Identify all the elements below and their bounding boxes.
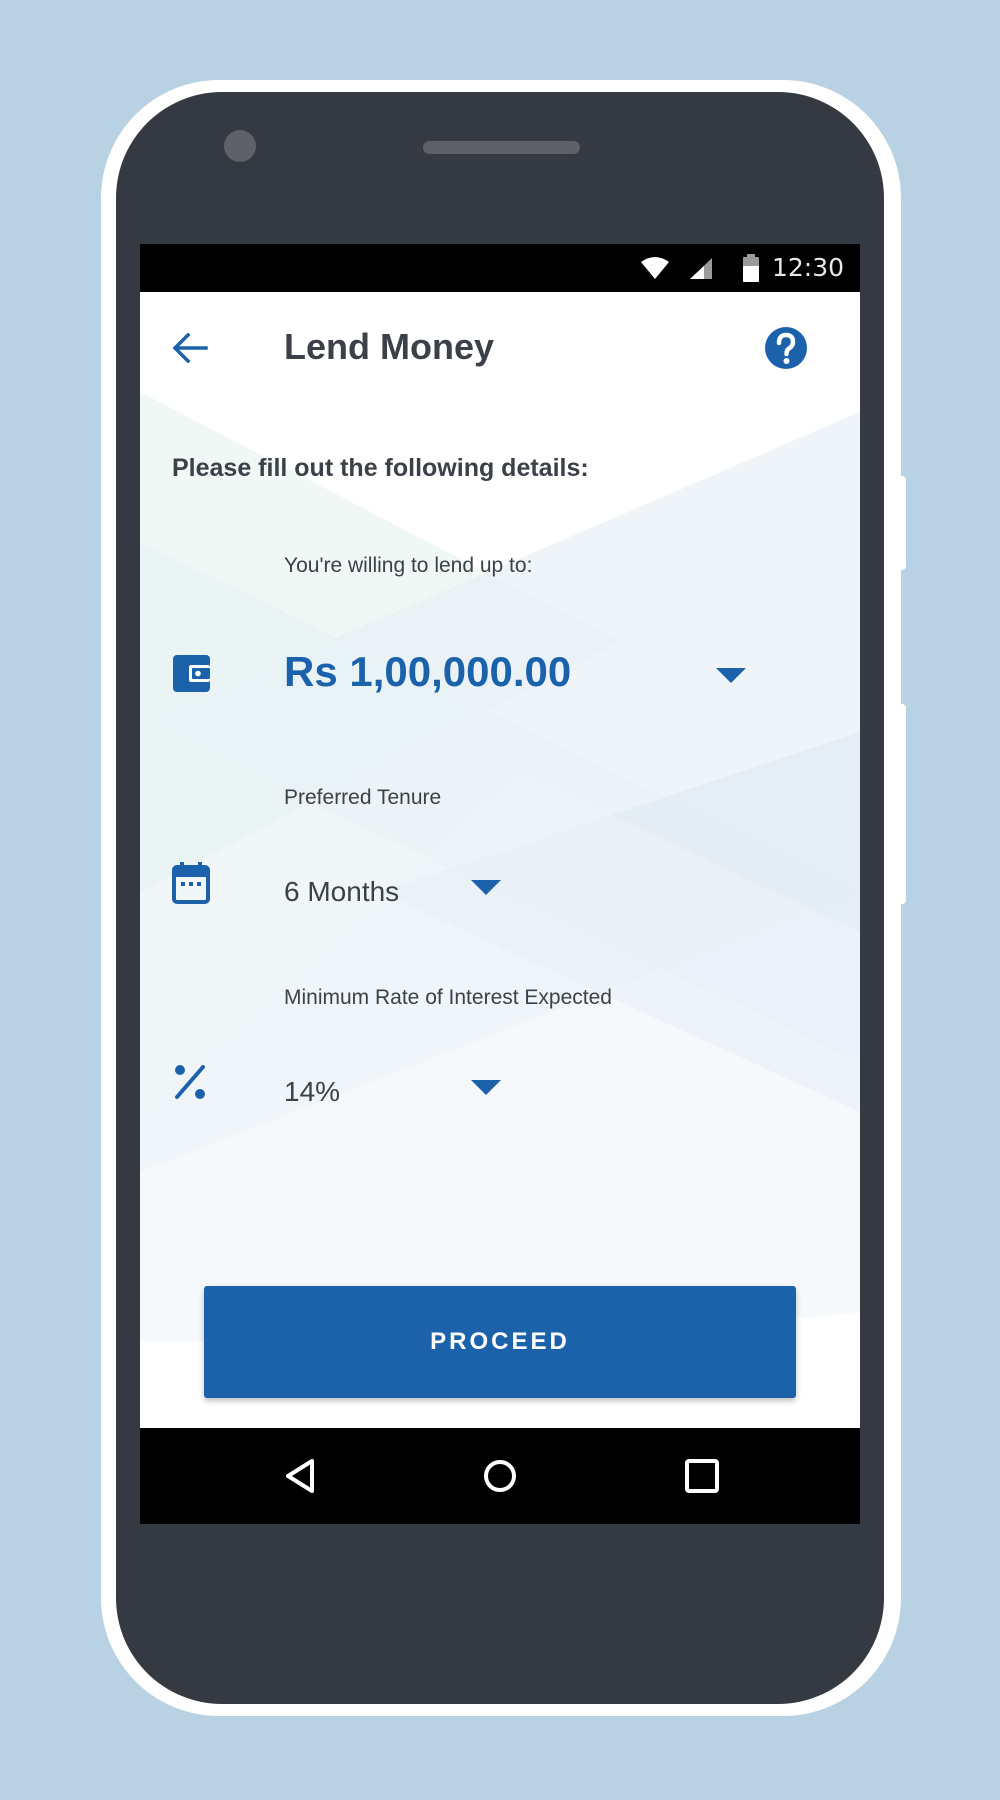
tenure-label: Preferred Tenure [284,786,442,809]
lend-amount-value[interactable]: Rs 1,00,000.00 [284,648,571,696]
app-bar: Lend Money [140,292,860,404]
proceed-button[interactable]: PROCEED [204,1286,796,1398]
proceed-button-label: PROCEED [430,1328,570,1355]
tenure-value[interactable]: 6 Months [284,876,399,908]
nav-back-icon[interactable] [276,1452,324,1500]
interest-rate-value[interactable]: 14% [284,1076,340,1108]
speaker-grille [423,141,580,154]
phone-volume-button [896,704,906,904]
status-bar: 12:30 [140,244,860,292]
chevron-down-icon[interactable] [471,880,501,896]
wallet-icon [173,655,210,692]
nav-home-icon[interactable] [476,1452,524,1500]
nav-recents-icon[interactable] [678,1452,726,1500]
battery-icon [743,254,759,282]
calendar-icon [172,862,210,904]
help-circle-icon[interactable] [762,324,810,372]
background-pattern [140,392,860,1342]
lend-amount-label: You're willing to lend up to: [284,554,533,577]
form-heading: Please fill out the following details: [172,454,589,482]
app-screen: 12:30 Lend Money Please fill out the fol… [140,244,860,1524]
cell-signal-icon [690,258,712,279]
chevron-down-icon[interactable] [471,1080,501,1096]
arrow-back-icon [172,332,208,364]
back-button[interactable] [164,322,216,374]
wifi-icon [641,257,669,279]
camera-icon [224,130,256,162]
percent-icon [175,1065,205,1099]
phone-side-button [896,476,906,570]
android-nav-bar [140,1428,860,1524]
chevron-down-icon[interactable] [716,668,746,684]
interest-rate-label: Minimum Rate of Interest Expected [284,986,612,1009]
status-time: 12:30 [771,253,844,282]
page-title: Lend Money [284,326,495,367]
